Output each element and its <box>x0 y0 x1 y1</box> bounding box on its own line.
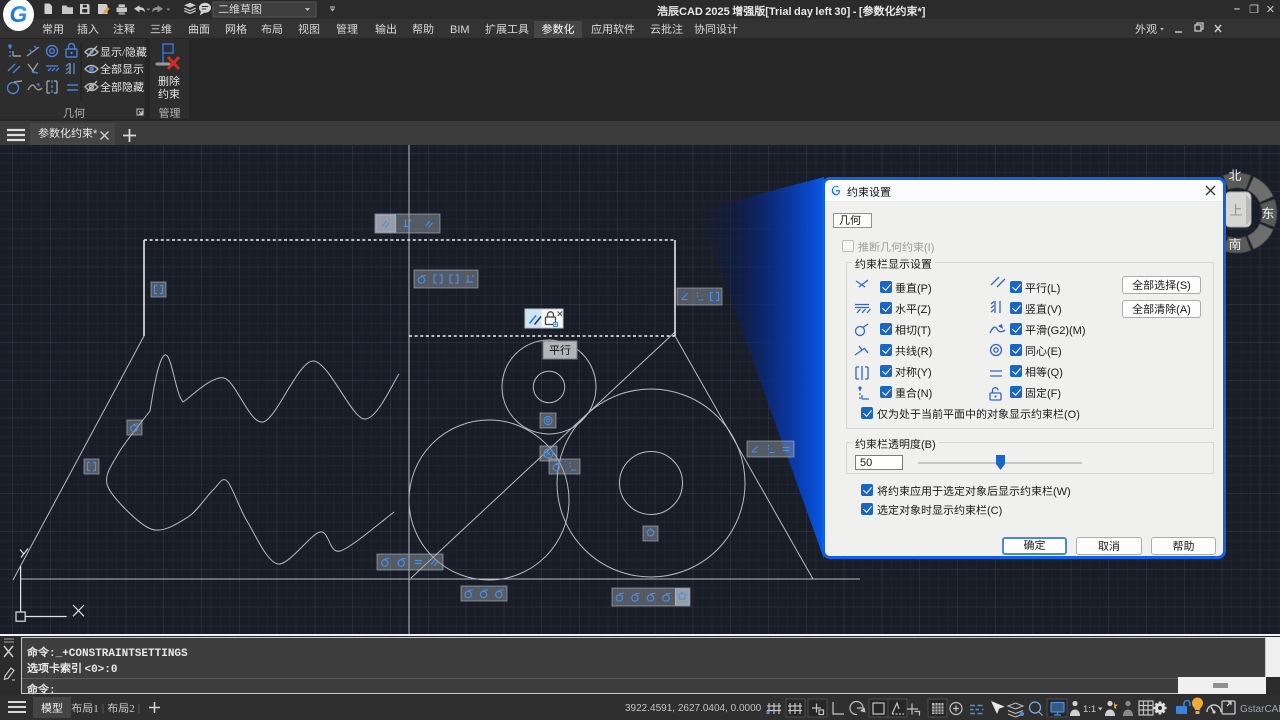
svg-text:东: 东 <box>1261 203 1274 222</box>
svg-text:布局1: 布局1 <box>71 700 99 716</box>
svg-text:二维草图: 二维草图 <box>218 1 262 17</box>
svg-text:全部显示: 全部显示 <box>100 61 144 77</box>
svg-text:模型: 模型 <box>41 700 63 716</box>
svg-text:|: | <box>138 699 140 715</box>
svg-text:约束: 约束 <box>158 86 180 102</box>
svg-text:3922.4591, 2627.0404, 0.0000: 3922.4591, 2627.0404, 0.0000 <box>625 703 762 714</box>
svg-text:|: | <box>102 699 104 715</box>
svg-text:布局2: 布局2 <box>107 700 135 716</box>
svg-text:1:1: 1:1 <box>1083 704 1096 715</box>
svg-text:上: 上 <box>1229 200 1242 219</box>
svg-text:GstarCAD: GstarCAD <box>1240 704 1280 715</box>
svg-text:显示/隐藏: 显示/隐藏 <box>100 44 147 60</box>
svg-text:全部隐藏: 全部隐藏 <box>100 79 144 95</box>
svg-text:平行: 平行 <box>549 342 571 358</box>
svg-text:南: 南 <box>1228 234 1241 253</box>
svg-text:北: 北 <box>1228 165 1241 184</box>
